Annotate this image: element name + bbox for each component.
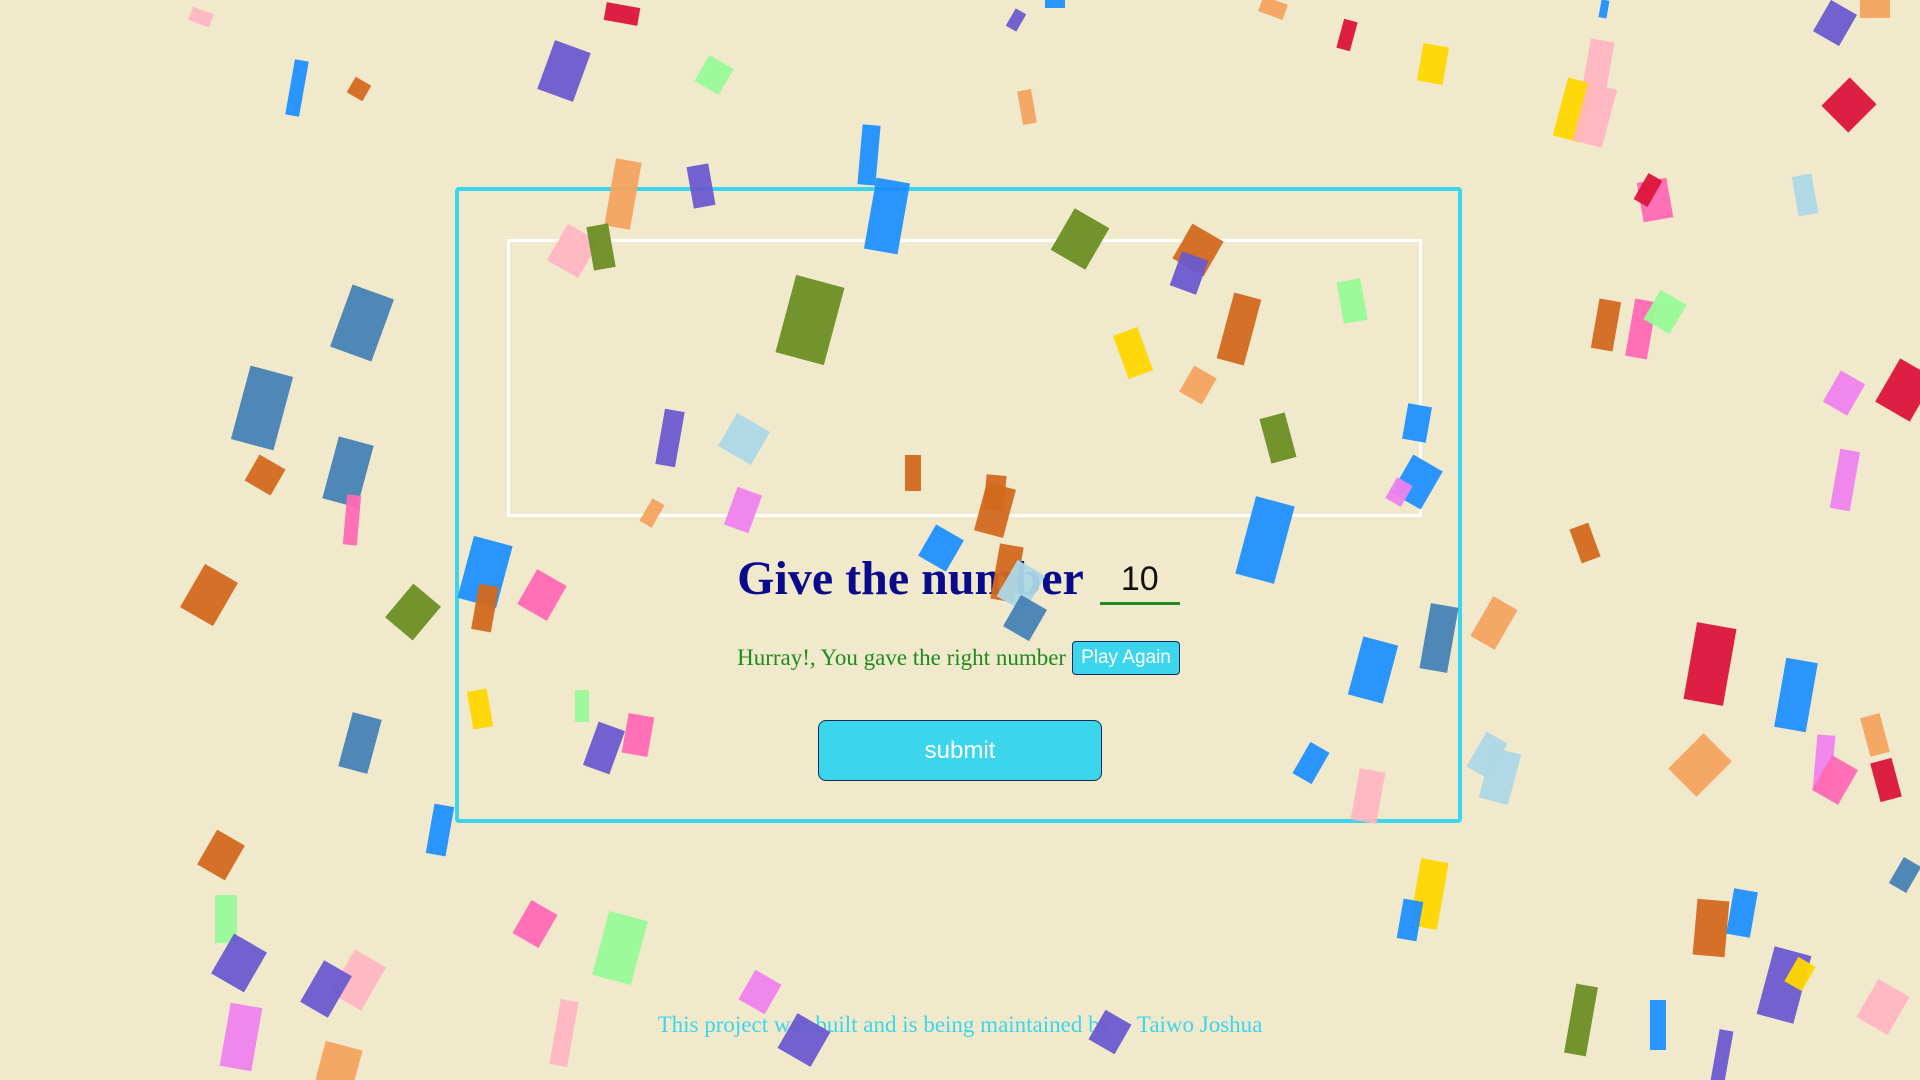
question-label: Give the number: [737, 552, 1084, 605]
submit-button[interactable]: submit: [818, 720, 1102, 781]
confetti-piece: [1336, 18, 1358, 52]
confetti-piece: [285, 59, 309, 117]
confetti-piece: [244, 454, 286, 496]
confetti-piece: [694, 55, 734, 95]
confetti-piece: [1643, 289, 1687, 335]
confetti-piece: [1598, 0, 1610, 19]
confetti-piece: [425, 803, 455, 857]
confetti-piece: [1258, 0, 1288, 20]
confetti-piece: [1396, 898, 1424, 942]
footer: This project was built and is being main…: [0, 1012, 1920, 1038]
confetti-piece: [315, 1040, 363, 1080]
confetti-piece: [512, 900, 558, 948]
confetti-piece: [1829, 448, 1861, 512]
confetti-piece: [230, 365, 294, 451]
confetti-piece: [1870, 757, 1902, 803]
confetti-piece: [1045, 0, 1065, 8]
confetti-piece: [1821, 77, 1877, 133]
number-display-box: [507, 239, 1422, 517]
confetti-piece: [1668, 733, 1732, 797]
confetti-piece: [215, 895, 237, 943]
confetti-piece: [1812, 734, 1836, 792]
confetti-piece: [1579, 38, 1615, 108]
confetti-piece: [1572, 82, 1618, 148]
confetti-piece: [1692, 898, 1730, 958]
result-message: Hurray!, You gave the right number: [737, 645, 1067, 670]
result-row: Hurray!, You gave the right number Play …: [459, 641, 1458, 675]
confetti-piece: [1726, 888, 1758, 938]
confetti-piece: [592, 910, 648, 986]
confetti-piece: [1416, 43, 1450, 85]
confetti-piece: [537, 40, 591, 102]
confetti-piece: [1409, 858, 1449, 930]
confetti-piece: [346, 76, 372, 102]
footer-author-link[interactable]: Taiwo Joshua: [1137, 1012, 1263, 1037]
confetti-piece: [1683, 622, 1737, 706]
confetti-piece: [1470, 596, 1518, 650]
footer-text: This project was built and is being main…: [657, 1012, 1112, 1037]
confetti-piece: [197, 829, 245, 881]
confetti-piece: [1888, 857, 1920, 893]
confetti-piece: [1005, 8, 1027, 32]
confetti-piece: [1625, 298, 1657, 360]
confetti-piece: [738, 969, 782, 1015]
confetti-piece: [1860, 0, 1890, 18]
confetti-piece: [1569, 522, 1601, 564]
confetti-piece: [211, 933, 267, 993]
confetti-piece: [1552, 77, 1596, 143]
confetti-piece: [1791, 173, 1819, 217]
confetti-piece: [322, 436, 374, 508]
confetti-piece: [1478, 747, 1522, 805]
confetti-piece: [1813, 0, 1857, 47]
confetti-piece: [1633, 173, 1663, 207]
confetti-piece: [1636, 177, 1674, 223]
question-row: Give the number: [459, 549, 1458, 609]
confetti-piece: [1822, 370, 1866, 416]
confetti-piece: [1590, 298, 1622, 352]
confetti-piece: [338, 712, 382, 774]
confetti-piece: [1774, 657, 1818, 733]
confetti-piece: [329, 949, 387, 1011]
confetti-piece: [1017, 89, 1037, 125]
confetti-piece: [188, 6, 214, 28]
confetti-piece: [1466, 731, 1508, 779]
confetti-piece: [1784, 956, 1816, 992]
confetti-piece: [603, 2, 641, 26]
confetti-piece: [330, 284, 394, 362]
confetti-piece: [180, 563, 238, 627]
confetti-piece: [1812, 755, 1858, 805]
game-card: Give the number Hurray!, You gave the ri…: [455, 187, 1462, 823]
play-again-button[interactable]: Play Again: [1072, 641, 1180, 675]
confetti-piece: [385, 583, 441, 641]
number-input[interactable]: [1099, 556, 1180, 605]
confetti-piece: [342, 494, 362, 546]
confetti-piece: [857, 124, 881, 186]
confetti-piece: [1875, 358, 1920, 422]
confetti-piece: [1860, 713, 1890, 757]
confetti-piece: [300, 960, 352, 1018]
